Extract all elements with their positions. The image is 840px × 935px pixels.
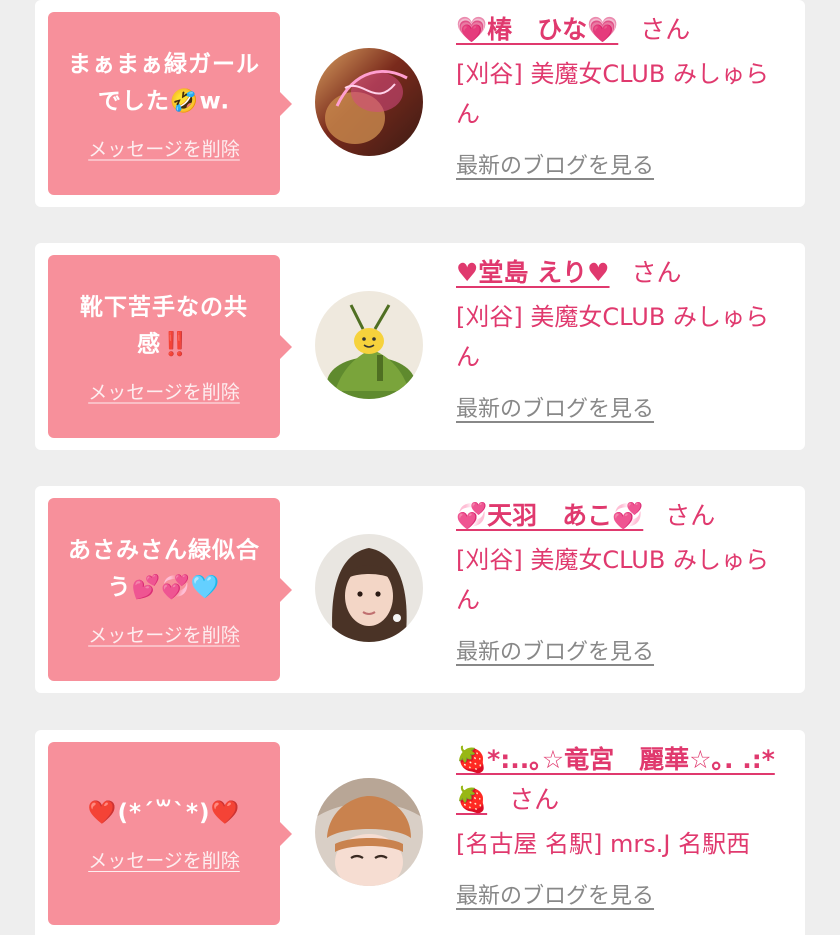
cast-photo-avatar[interactable] xyxy=(315,48,423,156)
latest-blog-link[interactable]: 最新のブログを見る xyxy=(456,878,654,910)
cast-photo-avatar[interactable] xyxy=(315,291,423,399)
message-text: ❤️(*´꒳`*)❤️ xyxy=(87,799,241,826)
cast-name-link[interactable]: 💗椿 ひな💗 xyxy=(456,15,618,44)
honorific-label: さん xyxy=(640,15,691,44)
latest-blog-link[interactable]: 最新のブログを見る xyxy=(456,634,654,666)
favorite-card: あさみさん緑似合う💕💞🩵 メッセージを削除 💞天羽 あこ💞 さん [刈谷] 美魔女… xyxy=(35,486,805,693)
favorite-cast-list: まぁまぁ緑ガールでした🤣w. メッセージを削除 💗椿 ひな💗 さん [刈谷] 美… xyxy=(0,0,840,935)
honorific-label: さん xyxy=(509,785,560,814)
cast-name-link[interactable]: 🍓*:..｡☆竜宮 麗華☆｡. .:*🍓 xyxy=(456,745,775,814)
shop-name: [刈谷] 美魔女CLUB みしゅらん xyxy=(456,303,769,371)
latest-blog-link[interactable]: 最新のブログを見る xyxy=(456,391,654,423)
message-text: まぁまぁ緑ガールでした🤣w. xyxy=(68,51,260,114)
delete-message-link[interactable]: メッセージを削除 xyxy=(88,377,240,404)
favorite-card: まぁまぁ緑ガールでした🤣w. メッセージを削除 💗椿 ひな💗 さん [刈谷] 美… xyxy=(35,0,805,207)
cast-photo-avatar[interactable] xyxy=(315,534,423,642)
message-text: 靴下苦手なの共感‼️ xyxy=(80,294,248,357)
cast-name-link[interactable]: ♥堂島 えり♥ xyxy=(456,258,610,287)
message-bubble: あさみさん緑似合う💕💞🩵 メッセージを削除 xyxy=(48,498,292,681)
shop-name: [刈谷] 美魔女CLUB みしゅらん xyxy=(456,546,769,614)
message-bubble: まぁまぁ緑ガールでした🤣w. メッセージを削除 xyxy=(48,12,292,195)
honorific-label: さん xyxy=(665,501,716,530)
delete-message-link[interactable]: メッセージを削除 xyxy=(88,846,240,873)
message-text: あさみさん緑似合う💕💞🩵 xyxy=(68,537,260,600)
favorite-card: ❤️(*´꒳`*)❤️ メッセージを削除 🍓*:..｡☆竜宮 麗華☆｡. .:*… xyxy=(35,730,805,935)
cast-photo-avatar[interactable] xyxy=(315,778,423,886)
honorific-label: さん xyxy=(631,258,682,287)
favorite-card: 靴下苦手なの共感‼️ メッセージを削除 ♥堂島 えり♥ さん [刈谷] 美魔女C… xyxy=(35,243,805,450)
cast-info: 💗椿 ひな💗 さん [刈谷] 美魔女CLUB みしゅらん 最新のブログを見る xyxy=(456,10,791,180)
message-bubble: 靴下苦手なの共感‼️ メッセージを削除 xyxy=(48,255,292,438)
delete-message-link[interactable]: メッセージを削除 xyxy=(88,134,240,161)
cast-info: 🍓*:..｡☆竜宮 麗華☆｡. .:*🍓 さん [名古屋 名駅] mrs.J 名駅… xyxy=(456,740,791,910)
cast-name-link[interactable]: 💞天羽 あこ💞 xyxy=(456,501,643,530)
cast-info: 💞天羽 あこ💞 さん [刈谷] 美魔女CLUB みしゅらん 最新のブログを見る xyxy=(456,496,791,666)
latest-blog-link[interactable]: 最新のブログを見る xyxy=(456,148,654,180)
delete-message-link[interactable]: メッセージを削除 xyxy=(88,620,240,647)
cast-info: ♥堂島 えり♥ さん [刈谷] 美魔女CLUB みしゅらん 最新のブログを見る xyxy=(456,253,791,423)
shop-name: [刈谷] 美魔女CLUB みしゅらん xyxy=(456,60,769,128)
shop-name: [名古屋 名駅] mrs.J 名駅西 xyxy=(456,830,751,858)
message-bubble: ❤️(*´꒳`*)❤️ メッセージを削除 xyxy=(48,742,292,925)
